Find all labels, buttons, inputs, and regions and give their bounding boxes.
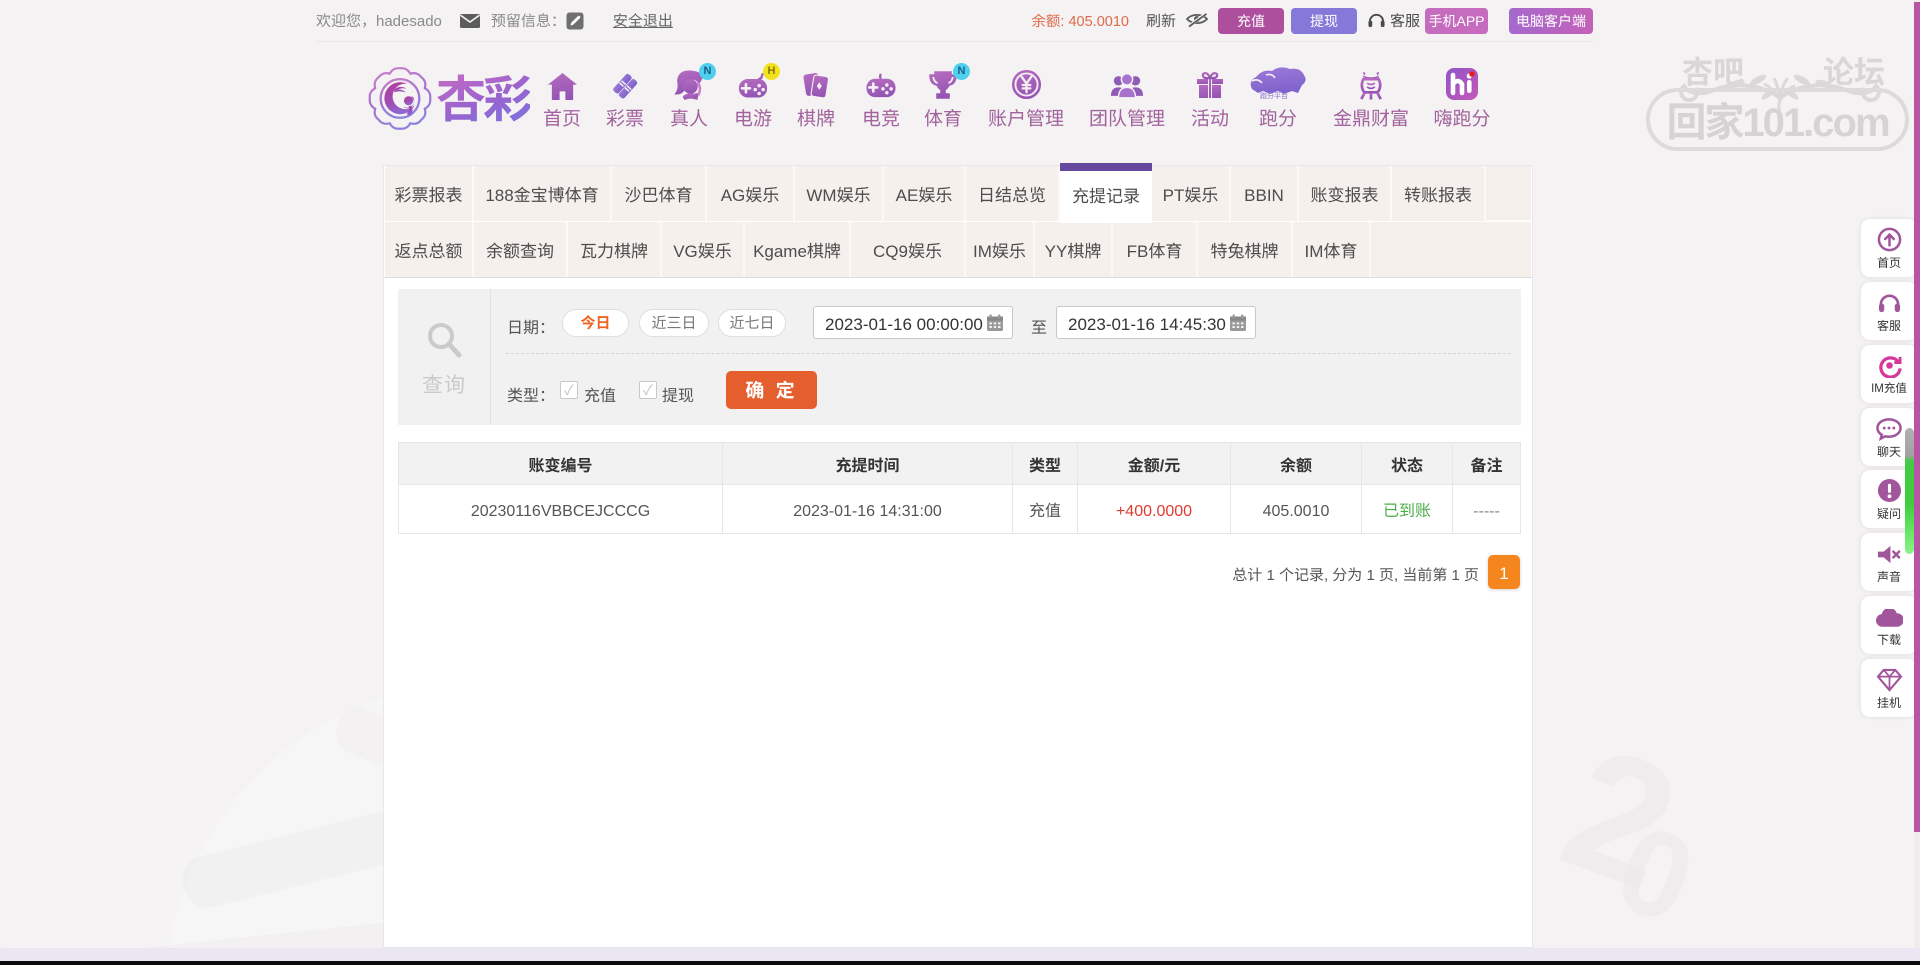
svg-text:跑分平台: 跑分平台 — [1260, 91, 1288, 100]
